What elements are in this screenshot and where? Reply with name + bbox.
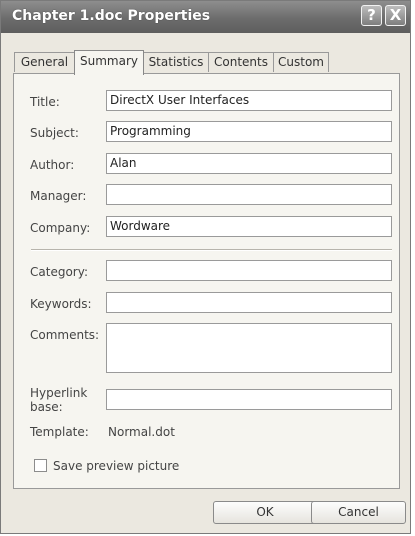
keywords-label: Keywords: <box>30 297 92 311</box>
company-label: Company: <box>30 221 91 235</box>
hyperlink-base-field[interactable] <box>106 389 392 410</box>
hyperlink-base-label-line2: base: <box>30 400 63 414</box>
save-preview-checkbox[interactable] <box>34 459 47 472</box>
cancel-button[interactable]: Cancel <box>311 501 406 524</box>
tab-summary[interactable]: Summary <box>74 50 144 75</box>
category-label: Category: <box>30 265 88 279</box>
tab-contents[interactable]: Contents <box>208 52 274 72</box>
help-button[interactable]: ? <box>361 5 382 26</box>
template-label: Template: <box>30 425 89 439</box>
window-title: Chapter 1.doc Properties <box>12 8 211 24</box>
template-value: Normal.dot <box>108 425 175 439</box>
manager-label: Manager: <box>30 189 87 203</box>
manager-field[interactable] <box>106 184 392 205</box>
company-field[interactable]: Wordware <box>106 216 392 237</box>
keywords-field[interactable] <box>106 292 392 313</box>
tab-custom[interactable]: Custom <box>273 52 329 72</box>
category-field[interactable] <box>106 260 392 281</box>
hyperlink-base-label-line1: Hyperlink <box>30 386 88 400</box>
subject-label: Subject: <box>30 126 79 140</box>
title-bar[interactable]: Chapter 1.doc Properties ? X <box>1 1 410 33</box>
comments-label: Comments: <box>30 328 100 342</box>
title-label: Title: <box>30 95 60 109</box>
save-preview-label[interactable]: Save preview picture <box>53 459 179 473</box>
properties-dialog: Chapter 1.doc Properties ? X General Sum… <box>0 0 411 534</box>
subject-field[interactable]: Programming <box>106 121 392 142</box>
author-label: Author: <box>30 158 75 172</box>
close-button[interactable]: X <box>385 5 406 26</box>
comments-field[interactable] <box>106 323 392 373</box>
author-field[interactable]: Alan <box>106 153 392 174</box>
ok-button[interactable]: OK <box>213 501 317 524</box>
section-divider <box>31 249 392 251</box>
tab-general[interactable]: General <box>14 52 75 72</box>
title-field[interactable]: DirectX User Interfaces <box>106 90 392 111</box>
tab-statistics[interactable]: Statistics <box>143 52 209 72</box>
